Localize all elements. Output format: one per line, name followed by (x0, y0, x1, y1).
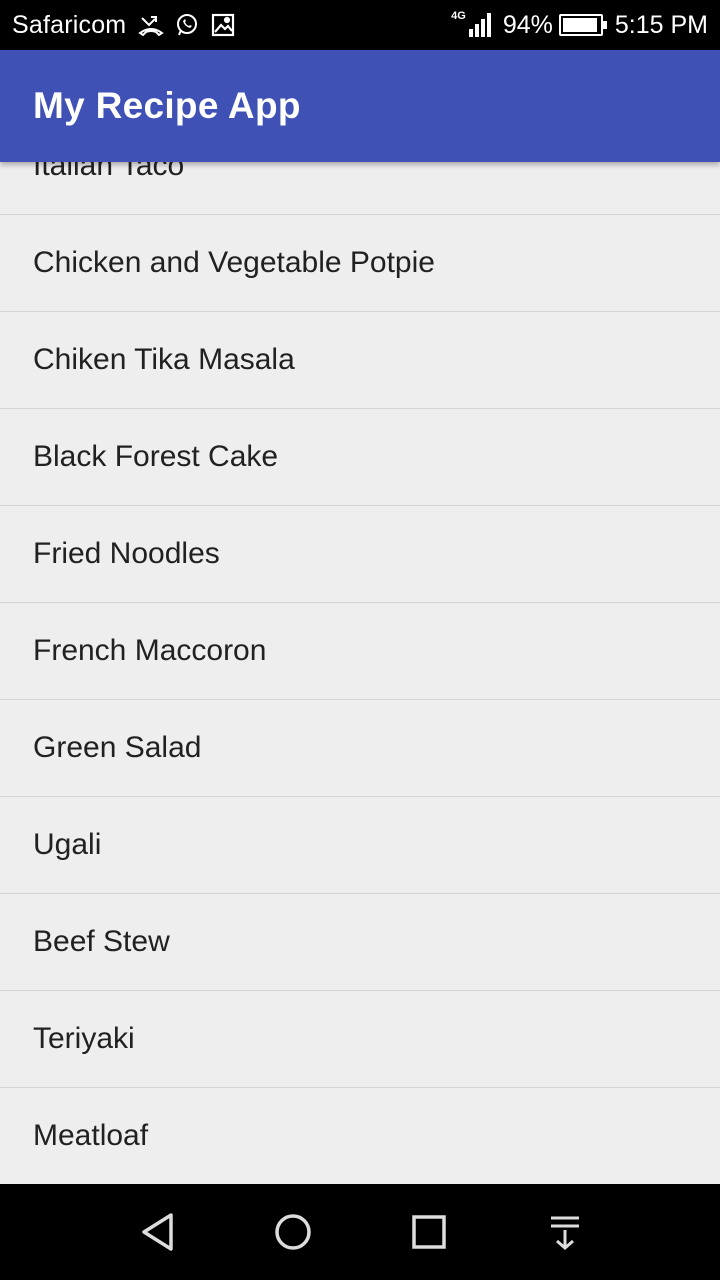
home-icon (275, 1214, 311, 1250)
home-button[interactable] (269, 1208, 317, 1256)
notification-pull-button[interactable] (541, 1208, 589, 1256)
status-left: Safaricom (12, 0, 244, 50)
list-item[interactable]: Meatloaf (0, 1088, 720, 1184)
recents-button[interactable] (405, 1208, 453, 1256)
recipe-name: Chiken Tika Masala (33, 343, 295, 376)
recipe-list[interactable]: Itallan Taco Chicken and Vegetable Potpie… (0, 118, 720, 1184)
list-item[interactable]: Chicken and Vegetable Potpie (0, 215, 720, 312)
recents-icon (412, 1215, 446, 1249)
recipe-name: French Maccoron (33, 634, 267, 667)
battery-fill (562, 18, 597, 32)
battery-percent: 94% (502, 10, 553, 39)
recipe-name: Teriyaki (33, 1022, 135, 1055)
image-icon (208, 10, 238, 40)
list-item[interactable]: Green Salad (0, 700, 720, 797)
list-item[interactable]: Chiken Tika Masala (0, 312, 720, 409)
back-button[interactable] (133, 1208, 181, 1256)
list-item[interactable]: French Maccoron (0, 603, 720, 700)
recipe-name: Chicken and Vegetable Potpie (33, 246, 435, 279)
network-type: 4G (451, 10, 466, 22)
recipe-name: Black Forest Cake (33, 440, 279, 473)
list-item[interactable]: Teriyaki (0, 991, 720, 1088)
notification-pull-icon (551, 1216, 579, 1250)
back-icon (142, 1213, 173, 1251)
recipe-name: Meatloaf (33, 1119, 149, 1152)
page-title: My Recipe App (33, 85, 301, 126)
clock: 5:15 PM (614, 10, 708, 39)
recipe-name: Beef Stew (33, 925, 170, 958)
recipe-name: Fried Noodles (33, 537, 220, 570)
signal-strength-icon (467, 13, 491, 37)
list-item[interactable]: Black Forest Cake (0, 409, 720, 506)
list-item[interactable]: Fried Noodles (0, 506, 720, 603)
recipe-name: Ugali (33, 828, 102, 861)
battery-icon (558, 14, 607, 36)
list-item[interactable]: Beef Stew (0, 894, 720, 991)
status-bar: Safaricom 4G 94% 5:15 PM (0, 0, 720, 50)
whatsapp-icon (172, 10, 202, 40)
missed-call-icon (136, 10, 166, 40)
recipe-name: Green Salad (33, 731, 202, 764)
list-item[interactable]: Ugali (0, 797, 720, 894)
navigation-bar (0, 1184, 720, 1280)
status-right: 4G 94% 5:15 PM (451, 0, 708, 50)
carrier-name: Safaricom (12, 10, 127, 39)
app-bar: My Recipe App (0, 50, 720, 162)
